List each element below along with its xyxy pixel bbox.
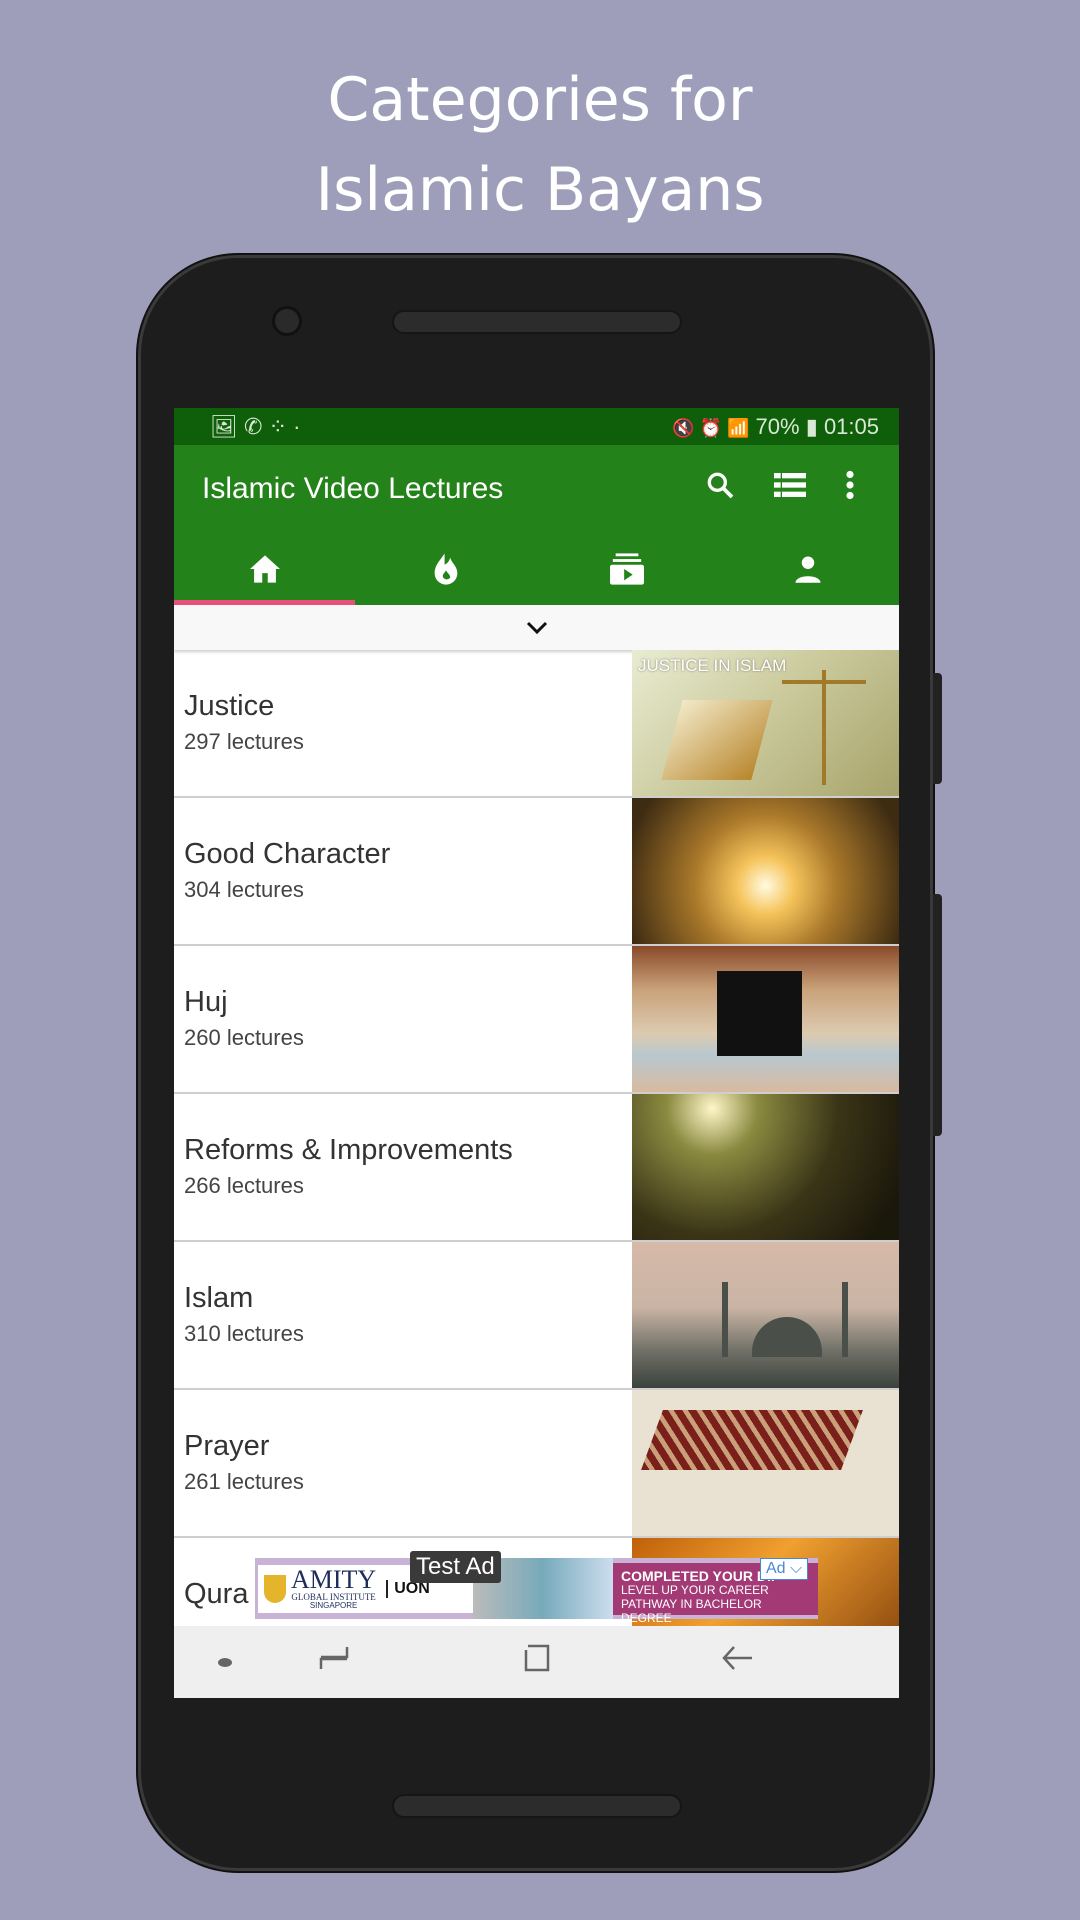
ad-promo-line: PATHWAY IN BACHELOR DEGREE — [621, 1596, 762, 1625]
subscriptions-icon — [610, 553, 645, 585]
fire-icon — [434, 553, 458, 585]
category-thumbnail — [632, 1094, 899, 1240]
ad-choices-badge[interactable]: Ad ⌵ — [760, 1558, 809, 1580]
app-title: Islamic Video Lectures — [202, 472, 504, 505]
tab-bar — [174, 533, 899, 605]
lecture-count: 260 lectures — [184, 1025, 304, 1050]
tab-subscriptions[interactable] — [537, 533, 718, 605]
battery-icon: ▮ — [805, 413, 818, 439]
category-name: Good Character — [184, 838, 391, 870]
ad-promo-line: LEVEL UP YOUR CAREER — [621, 1582, 769, 1597]
nav-dot-icon — [218, 1657, 232, 1667]
thumbnail-label: JUSTICE IN ISLAM — [638, 656, 787, 675]
status-right: 🔇 ⏰ 📶 70% ▮ 01:05 — [672, 414, 879, 440]
status-bar: 🖼 ✆ ⁘ · 🔇 ⏰ 📶 70% ▮ 01:05 — [174, 408, 899, 445]
lecture-count: 266 lectures — [184, 1173, 304, 1198]
clock: 01:05 — [823, 413, 879, 439]
back-icon[interactable] — [722, 1645, 754, 1679]
list-icon[interactable] — [755, 471, 825, 507]
category-row-huj[interactable]: Huj 260 lectures — [174, 946, 899, 1094]
person-icon — [795, 556, 821, 583]
category-name: Reforms & Improvements — [184, 1134, 513, 1166]
category-row-islam[interactable]: Islam 310 lectures — [174, 1242, 899, 1390]
volume-button — [933, 894, 942, 1136]
lecture-count: 310 lectures — [184, 1321, 304, 1346]
category-name: Prayer — [184, 1430, 270, 1462]
category-list[interactable]: Justice 297 lectures JUSTICE IN ISLAM Goo… — [174, 650, 899, 1686]
lecture-count: 297 lectures — [184, 729, 304, 754]
category-thumbnail — [632, 1242, 899, 1388]
tab-home[interactable] — [174, 533, 355, 605]
ad-banner[interactable]: AMITY GLOBAL INSTITUTE SINGAPORE UON COM… — [255, 1558, 818, 1625]
category-row-good-character[interactable]: Good Character 304 lectures — [174, 798, 899, 946]
top-speaker — [392, 310, 682, 334]
expand-chevron-icon[interactable] — [174, 605, 899, 650]
battery-level: 70% — [755, 413, 800, 439]
system-nav-bar — [174, 1626, 899, 1698]
category-thumbnail — [632, 946, 899, 1092]
recents-icon[interactable] — [319, 1645, 349, 1679]
category-name: Huj — [184, 986, 228, 1018]
front-camera — [272, 306, 302, 336]
category-row-prayer[interactable]: Prayer 261 lectures — [174, 1390, 899, 1538]
home-icon — [249, 555, 280, 583]
bottom-speaker — [392, 1794, 682, 1818]
lecture-count: 304 lectures — [184, 877, 304, 902]
category-name: Islam — [184, 1282, 254, 1314]
lecture-count: 261 lectures — [184, 1469, 304, 1494]
category-row-reforms[interactable]: Reforms & Improvements 266 lectures — [174, 1094, 899, 1242]
category-thumbnail — [632, 1390, 899, 1536]
system-icons: 🔇 ⏰ 📶 — [672, 417, 750, 438]
test-ad-label: Test Ad — [410, 1551, 501, 1583]
app-toolbar: Islamic Video Lectures — [174, 445, 899, 533]
app-screen: 🖼 ✆ ⁘ · 🔇 ⏰ 📶 70% ▮ 01:05 Islamic Video … — [174, 408, 899, 1698]
category-thumbnail: JUSTICE IN ISLAM — [632, 650, 899, 796]
headline-line-2: Islamic Bayans — [315, 155, 765, 225]
tab-trending[interactable] — [355, 533, 536, 605]
category-row-justice[interactable]: Justice 297 lectures JUSTICE IN ISLAM — [174, 650, 899, 798]
tab-account[interactable] — [718, 533, 899, 605]
search-icon[interactable] — [685, 469, 755, 509]
selected-tab-indicator — [174, 600, 355, 605]
home-nav-icon[interactable] — [522, 1644, 552, 1680]
headline-line-1: Categories for — [327, 65, 753, 135]
category-name: Justice — [184, 690, 275, 722]
promo-headline: Categories for Islamic Bayans — [0, 55, 1080, 235]
category-thumbnail — [632, 798, 899, 944]
more-vert-icon[interactable] — [825, 470, 875, 508]
notification-icons: 🖼 ✆ ⁘ · — [210, 413, 301, 439]
power-button — [933, 673, 942, 784]
ad-brand: AMITY — [291, 1565, 377, 1594]
ad-brand-location: SINGAPORE — [309, 1601, 358, 1610]
